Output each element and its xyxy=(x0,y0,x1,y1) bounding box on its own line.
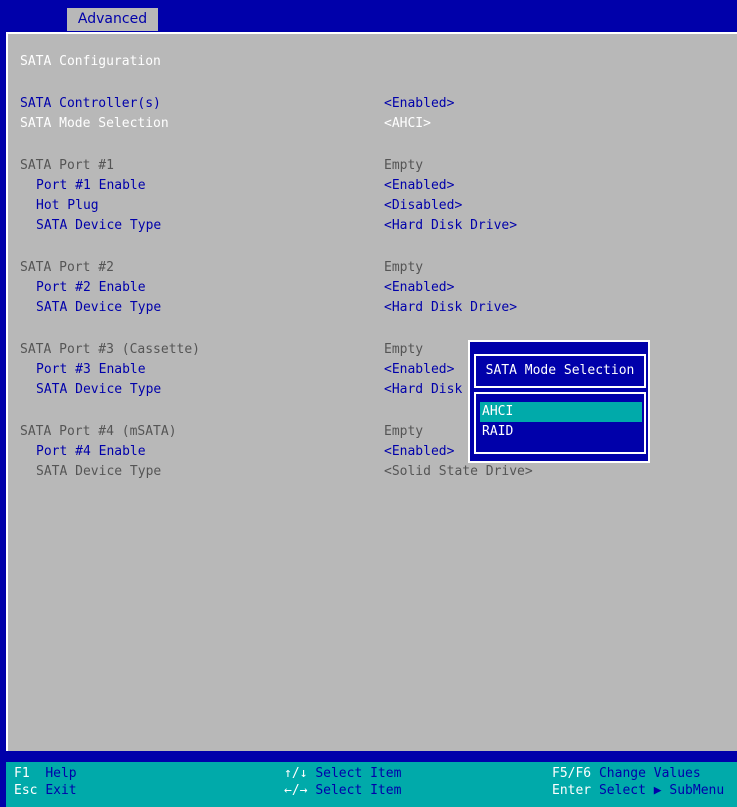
top-menu-bar: Advanced xyxy=(0,0,737,32)
option-raid[interactable]: RAID xyxy=(480,422,642,442)
option-ahci[interactable]: AHCI xyxy=(480,402,642,422)
setting-label: Port #4 Enable xyxy=(36,444,146,459)
help-item: ←/→ Select Item xyxy=(284,783,402,798)
help-item: F1 Help xyxy=(14,766,77,781)
setting-value[interactable]: <Hard Disk xyxy=(384,380,462,400)
setting-label: SATA Device Type xyxy=(36,382,162,397)
setting-value[interactable]: <Enabled> xyxy=(384,176,454,196)
help-item: Esc Exit xyxy=(14,783,77,798)
setting-value[interactable]: <Enabled> xyxy=(384,94,454,114)
setting-label: SATA Device Type xyxy=(36,218,162,233)
setting-value[interactable]: <Disabled> xyxy=(384,196,462,216)
setting-label: SATA Device Type xyxy=(36,300,162,315)
help-item: F5/F6 Change Values xyxy=(552,766,701,781)
help-item: Enter Select ▶ SubMenu xyxy=(552,783,725,798)
sata-mode-popup: SATA Mode Selection AHCI RAID xyxy=(468,340,650,463)
setting-value[interactable]: <Enabled> xyxy=(384,442,454,462)
setting-value[interactable]: <Enabled> xyxy=(384,360,454,380)
tab-advanced[interactable]: Advanced xyxy=(67,8,158,31)
setting-label: SATA Mode Selection xyxy=(20,116,169,131)
setting-label: SATA Controller(s) xyxy=(20,96,161,111)
setting-label: Port #3 Enable xyxy=(36,362,146,377)
setting-label: Port #2 Enable xyxy=(36,280,146,295)
help-item: ↑/↓ Select Item xyxy=(284,766,402,781)
setting-value[interactable]: <Hard Disk Drive> xyxy=(384,216,517,236)
setting-value[interactable]: <Hard Disk Drive> xyxy=(384,298,517,318)
setting-label: SATA Device Type xyxy=(36,464,162,479)
setting-value[interactable]: <Enabled> xyxy=(384,278,454,298)
help-footer: F1 Help Esc Exit ↑/↓ Select Item ←/→ Sel… xyxy=(6,762,737,807)
setting-label: Port #1 Enable xyxy=(36,178,146,193)
setting-label: Hot Plug xyxy=(36,198,99,213)
setting-value[interactable]: <AHCI> xyxy=(384,114,431,134)
popup-options: AHCI RAID xyxy=(474,392,646,454)
popup-title: SATA Mode Selection xyxy=(474,354,646,388)
setting-value: <Solid State Drive> xyxy=(384,464,533,479)
